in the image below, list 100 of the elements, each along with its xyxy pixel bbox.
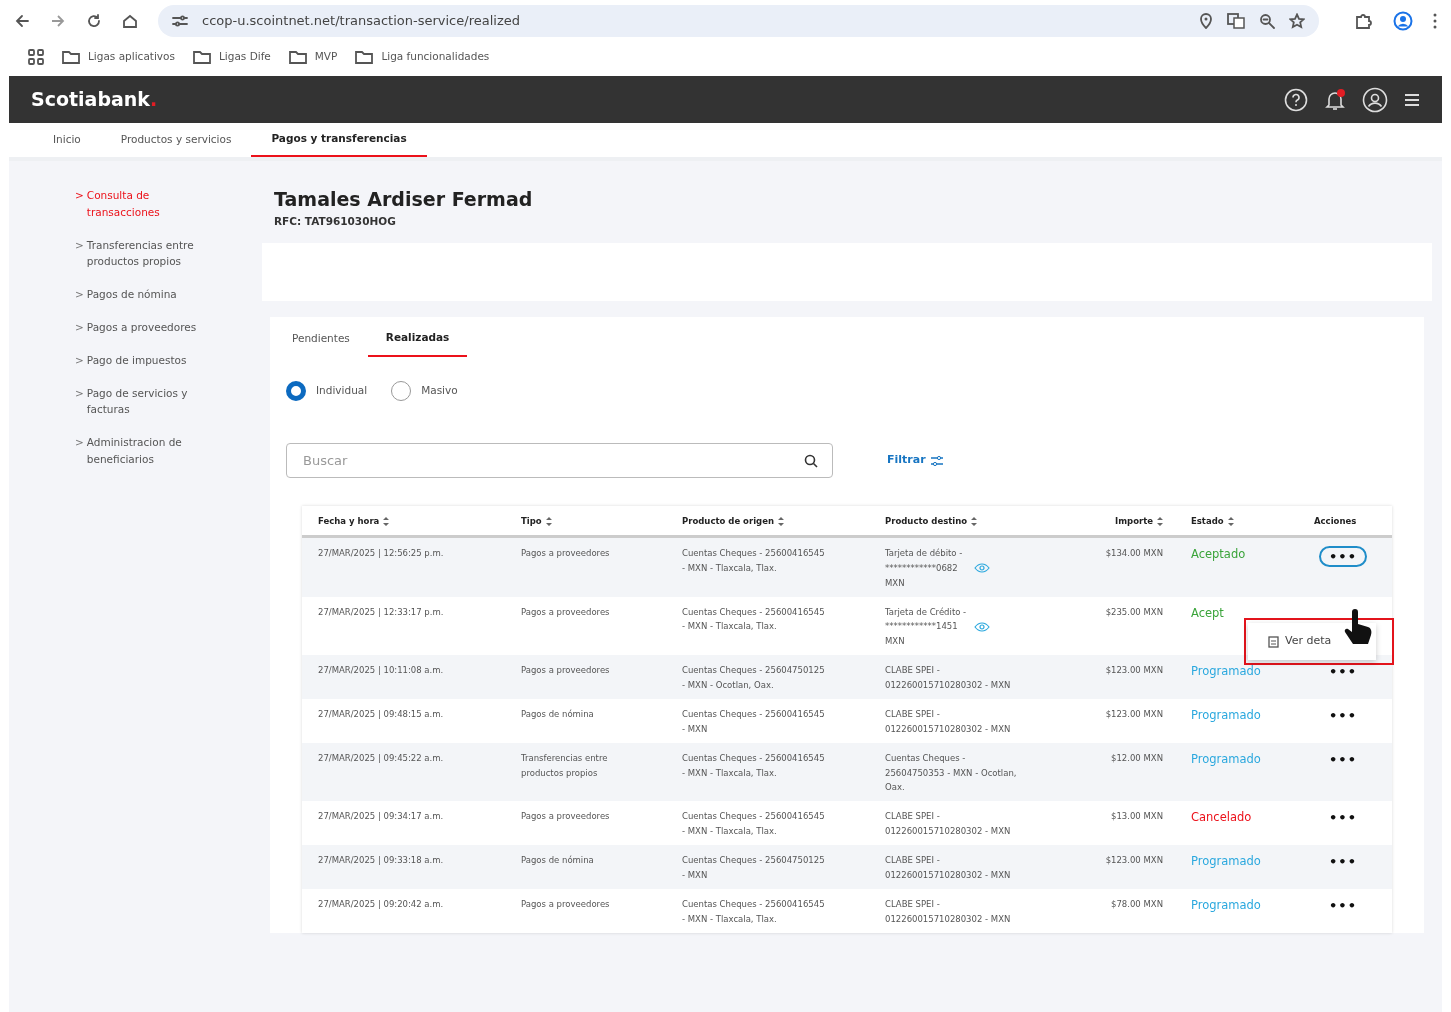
sidebar-link[interactable]: > Consulta de transacciones [75, 187, 217, 221]
table-cell-text: CLABE SPEI - [885, 854, 941, 867]
apps-grid-icon[interactable] [28, 49, 44, 65]
masked-card-number: ************0682 [885, 561, 958, 575]
help-icon[interactable] [1284, 87, 1308, 112]
status-text: Aceptado [1190, 545, 1247, 562]
table-cell-text: CLABE SPEI - [885, 664, 941, 678]
more-options-button[interactable]: ••• [1321, 809, 1365, 827]
table-cell-text: Tarjeta de Crédito - [885, 605, 968, 619]
sort-icon[interactable] [545, 516, 552, 526]
column-header[interactable]: Producto de origen [682, 514, 774, 529]
table-cell-text: 27/MAR/2025 | 12:33:17 p.m. [317, 605, 445, 619]
table-cell-text: $235.00 MXN [1104, 605, 1164, 619]
zoom-icon[interactable] [1259, 13, 1275, 29]
sidebar-link[interactable]: > Administracion de beneficiarios [75, 434, 217, 468]
bookmark-link[interactable]: Ligas aplicativos [88, 49, 175, 65]
bookmark-link[interactable]: Liga funcionalidades [381, 49, 490, 65]
reload-icon[interactable] [86, 13, 102, 29]
folder-icon[interactable] [192, 50, 211, 64]
search-icon [804, 453, 818, 468]
table-cell-text: Cuentas Cheques - 25600416545 - MXN [682, 707, 826, 736]
table-cell-text: $78.00 MXN [1110, 897, 1164, 911]
bell-icon[interactable] [1324, 87, 1346, 112]
eye-icon[interactable] [973, 621, 990, 632]
table-cell-text: MXN [885, 576, 906, 590]
table-cell-text: $123.00 MXN [1104, 707, 1164, 721]
column-header[interactable]: Importe [1115, 514, 1153, 529]
status-text: Acept [1190, 604, 1225, 621]
kebab-menu-icon[interactable] [1433, 13, 1437, 29]
forward-arrow-icon[interactable] [50, 13, 66, 29]
more-options-button[interactable]: ••• [1321, 896, 1365, 914]
table-cell-text: $134.00 MXN [1104, 546, 1164, 560]
nav-tab[interactable]: Pagos y transferencias [251, 123, 427, 157]
more-options-button[interactable]: ••• [1321, 663, 1365, 681]
sort-icon[interactable] [1157, 516, 1163, 526]
home-icon[interactable] [122, 13, 138, 29]
sidebar-link[interactable]: > Pagos a proveedores [75, 319, 197, 336]
rfc-text: RFC: TAT961030HOG [274, 213, 397, 229]
table-cell-text: 012260015710280302 - MXN [885, 679, 1012, 692]
masked-card-number: ************1451 [885, 620, 958, 634]
document-icon [1268, 635, 1279, 648]
column-header[interactable]: Fecha y hora [318, 514, 380, 529]
sidebar-link[interactable]: > Pago de impuestos [75, 351, 187, 369]
sidebar-link[interactable]: > Pago de servicios y facturas [75, 384, 217, 419]
column-header[interactable]: Tipo [521, 514, 542, 529]
back-arrow-icon[interactable] [14, 13, 30, 29]
star-icon[interactable] [1289, 13, 1305, 29]
sidebar-link[interactable]: > Transferencias entre productos propios [75, 236, 217, 271]
table-cell-text: Cuentas Cheques - 25600416545 - MXN - Tlaxcala, Tlax. [682, 897, 826, 926]
radio-button[interactable] [286, 381, 306, 401]
table-cell-text: Pagos de nómina [521, 854, 595, 867]
radio-label[interactable]: Individual [316, 383, 368, 399]
column-header[interactable]: Estado [1191, 514, 1224, 529]
sidebar-link[interactable]: > Pagos de nómina [75, 286, 177, 303]
tab[interactable]: Pendientes [274, 321, 368, 357]
menu-item[interactable]: Ver deta [1248, 623, 1376, 660]
table-cell-text: Cuentas Cheques - 25600416545 - MXN - Tlaxcala, Tlax. [682, 751, 826, 780]
more-options-button[interactable]: ••• [1321, 750, 1365, 768]
search-field[interactable]: Buscar [286, 443, 833, 478]
table-cell-text: 012260015710280302 - MXN [885, 722, 1012, 736]
location-pin-icon[interactable] [1199, 13, 1213, 29]
menu-icon[interactable] [1404, 92, 1420, 107]
sort-icon[interactable] [383, 516, 390, 526]
table-cell-text: Transferencias entre productos propios [521, 751, 609, 780]
table-cell-text: Cuentas Cheques - 25600416545 - MXN - Tlaxcala, Tlax. [682, 605, 826, 634]
profile-icon[interactable] [1393, 11, 1413, 31]
sort-icon[interactable] [1227, 516, 1234, 526]
table-cell-text: Pagos a proveedores [521, 810, 611, 824]
translate-icon[interactable] [1227, 13, 1245, 29]
more-options-button[interactable]: ••• [1319, 545, 1367, 567]
table-cell-text: Pagos de nómina [521, 707, 595, 721]
table-cell-text: CLABE SPEI - [885, 810, 941, 824]
nav-tab[interactable]: Productos y servicios [100, 123, 252, 157]
table-cell-text: $123.00 MXN [1104, 664, 1164, 678]
folder-icon[interactable] [62, 50, 80, 64]
status-text: Cancelado [1190, 809, 1253, 826]
table-cell-text: Cuentas Cheques - 25604750125 - MXN [682, 854, 826, 882]
more-options-button[interactable]: ••• [1321, 853, 1365, 870]
filter-button[interactable]: Filtrar [881, 451, 950, 470]
table-cell-text: 27/MAR/2025 | 09:48:15 a.m. [317, 707, 445, 721]
bookmark-link[interactable]: Ligas Dife [218, 49, 271, 65]
table-cell-text: MXN [885, 635, 906, 649]
user-avatar-icon[interactable] [1362, 86, 1388, 113]
table-cell-text: Tarjeta de débito - [885, 546, 964, 560]
site-settings-icon[interactable] [172, 14, 188, 28]
nav-tab[interactable]: Inicio [33, 123, 101, 157]
folder-icon[interactable] [355, 50, 374, 64]
column-header[interactable]: Producto destino [885, 514, 968, 529]
status-text: Programado [1190, 706, 1262, 723]
sort-icon[interactable] [971, 516, 978, 526]
sort-icon[interactable] [777, 516, 784, 526]
status-text: Programado [1190, 853, 1262, 870]
folder-icon[interactable] [288, 50, 307, 64]
tab[interactable]: Realizadas [367, 321, 468, 357]
table-cell-text: $12.00 MXN [1110, 751, 1164, 765]
bookmark-link[interactable]: MVP [314, 49, 338, 65]
puzzle-piece-icon[interactable] [1355, 13, 1373, 29]
radio-label[interactable]: Masivo [421, 383, 458, 399]
table-cell-text: 27/MAR/2025 | 09:33:18 a.m. [317, 854, 445, 867]
more-options-button[interactable]: ••• [1321, 706, 1365, 724]
